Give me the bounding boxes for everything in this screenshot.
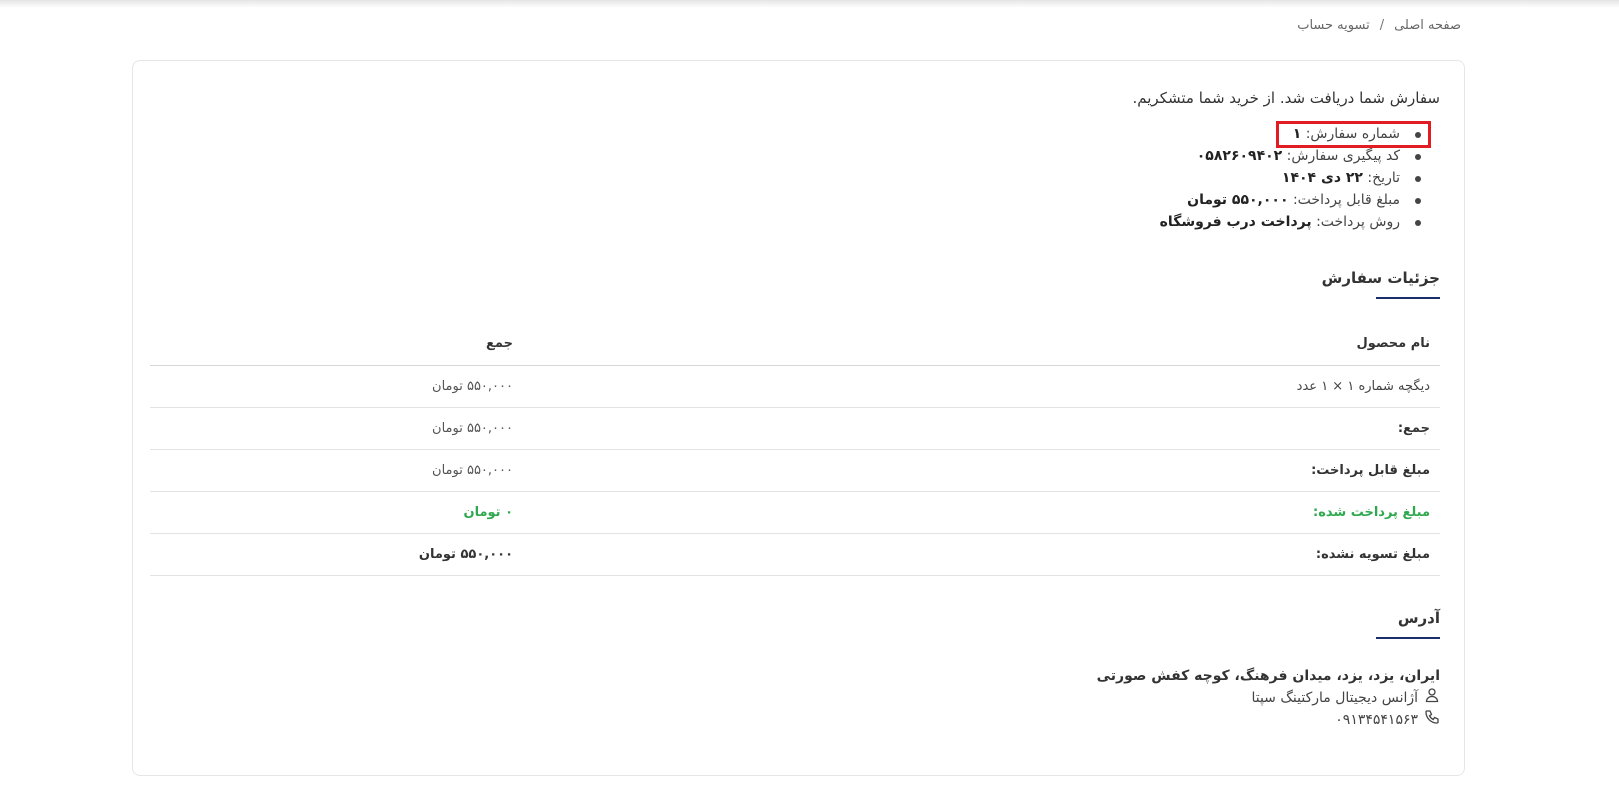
order-date-item: تاریخ: ۲۲ دی ۱۴۰۴ — [1160, 167, 1440, 189]
subtotal-value: ۵۵۰,۰۰۰ تومان — [150, 407, 523, 450]
thank-you-message: سفارش شما دریافت شد. از خرید شما متشکریم… — [1132, 89, 1441, 107]
order-date-value: ۲۲ دی ۱۴۰۴ — [1281, 170, 1363, 186]
customer-name: آژانس دیجیتال مارکتینگ سپتا — [1251, 690, 1418, 706]
paid-value: ۰ تومان — [150, 491, 523, 534]
address-title: آدرس — [1375, 609, 1441, 639]
payable-amount-item: مبلغ قابل پرداخت: ۵۵۰,۰۰۰ تومان — [1160, 189, 1440, 211]
product-name-header: نام محصول — [523, 323, 1440, 366]
subtotal-label: جمع: — [523, 407, 1440, 450]
address-block: ایران، یزد، یزد، میدان فرهنگ، کوچه کفش ص… — [1097, 665, 1440, 731]
customer-name-line: آژانس دیجیتال مارکتینگ سپتا — [1097, 687, 1440, 709]
address-line: ایران، یزد، یزد، میدان فرهنگ، کوچه کفش ص… — [1096, 668, 1440, 684]
unsettled-value: ۵۵۰,۰۰۰ تومان — [150, 533, 523, 576]
order-date-label: تاریخ: — [1367, 170, 1400, 186]
payment-method-value: پرداخت درب فروشگاه — [1159, 214, 1312, 230]
payable-amount-value: ۵۵۰,۰۰۰ تومان — [1187, 192, 1289, 208]
table-row: مبلغ قابل پرداخت: ۵۵۰,۰۰۰ تومان — [150, 449, 1440, 492]
tracking-code-item: کد پیگیری سفارش: ۰۵۸۲۶۰۹۴۰۲ — [1160, 145, 1440, 167]
order-number-highlight — [1276, 121, 1431, 148]
breadcrumb-home-link[interactable]: صفحه اصلی — [1394, 18, 1461, 33]
table-row: مبلغ تسویه نشده: ۵۵۰,۰۰۰ تومان — [150, 533, 1440, 576]
phone-icon — [1424, 709, 1440, 732]
payable-amount-label: مبلغ قابل پرداخت: — [1292, 192, 1400, 208]
unsettled-label: مبلغ تسویه نشده: — [523, 533, 1440, 576]
payment-method-label: روش پرداخت: — [1316, 214, 1400, 230]
order-details-title: جزئیات سفارش — [1322, 269, 1441, 299]
breadcrumb-separator: / — [1379, 18, 1385, 33]
order-details-table: نام محصول جمع دیگچه شماره ۱ × ۱ عدد ۵۵۰,… — [150, 323, 1440, 576]
top-bar-shadow — [0, 0, 1619, 8]
table-row: مبلغ پرداخت شده: ۰ تومان — [150, 491, 1440, 534]
payable-label: مبلغ قابل پرداخت: — [523, 449, 1440, 492]
breadcrumb-current: تسویه حساب — [1297, 18, 1370, 33]
table-row: دیگچه شماره ۱ × ۱ عدد ۵۵۰,۰۰۰ تومان — [150, 365, 1440, 408]
paid-label: مبلغ پرداخت شده: — [523, 491, 1440, 534]
tracking-code-label: کد پیگیری سفارش: — [1286, 148, 1400, 164]
payable-value: ۵۵۰,۰۰۰ تومان — [150, 449, 523, 492]
order-received-card: سفارش شما دریافت شد. از خرید شما متشکریم… — [132, 60, 1465, 776]
table-row: جمع: ۵۵۰,۰۰۰ تومان — [150, 407, 1440, 450]
product-total-cell: ۵۵۰,۰۰۰ تومان — [150, 365, 523, 408]
breadcrumb: صفحه اصلی / تسویه حساب — [1297, 18, 1461, 33]
customer-phone: ۰۹۱۳۴۵۴۱۵۶۳ — [1335, 712, 1418, 728]
product-name-cell: دیگچه شماره ۱ × ۱ عدد — [523, 365, 1440, 408]
table-header-row: نام محصول جمع — [150, 323, 1440, 366]
tracking-code-value: ۰۵۸۲۶۰۹۴۰۲ — [1196, 148, 1283, 164]
phone-line: ۰۹۱۳۴۵۴۱۵۶۳ — [1097, 709, 1440, 731]
user-icon — [1424, 687, 1440, 710]
payment-method-item: روش پرداخت: پرداخت درب فروشگاه — [1160, 211, 1440, 233]
total-header: جمع — [150, 323, 523, 366]
